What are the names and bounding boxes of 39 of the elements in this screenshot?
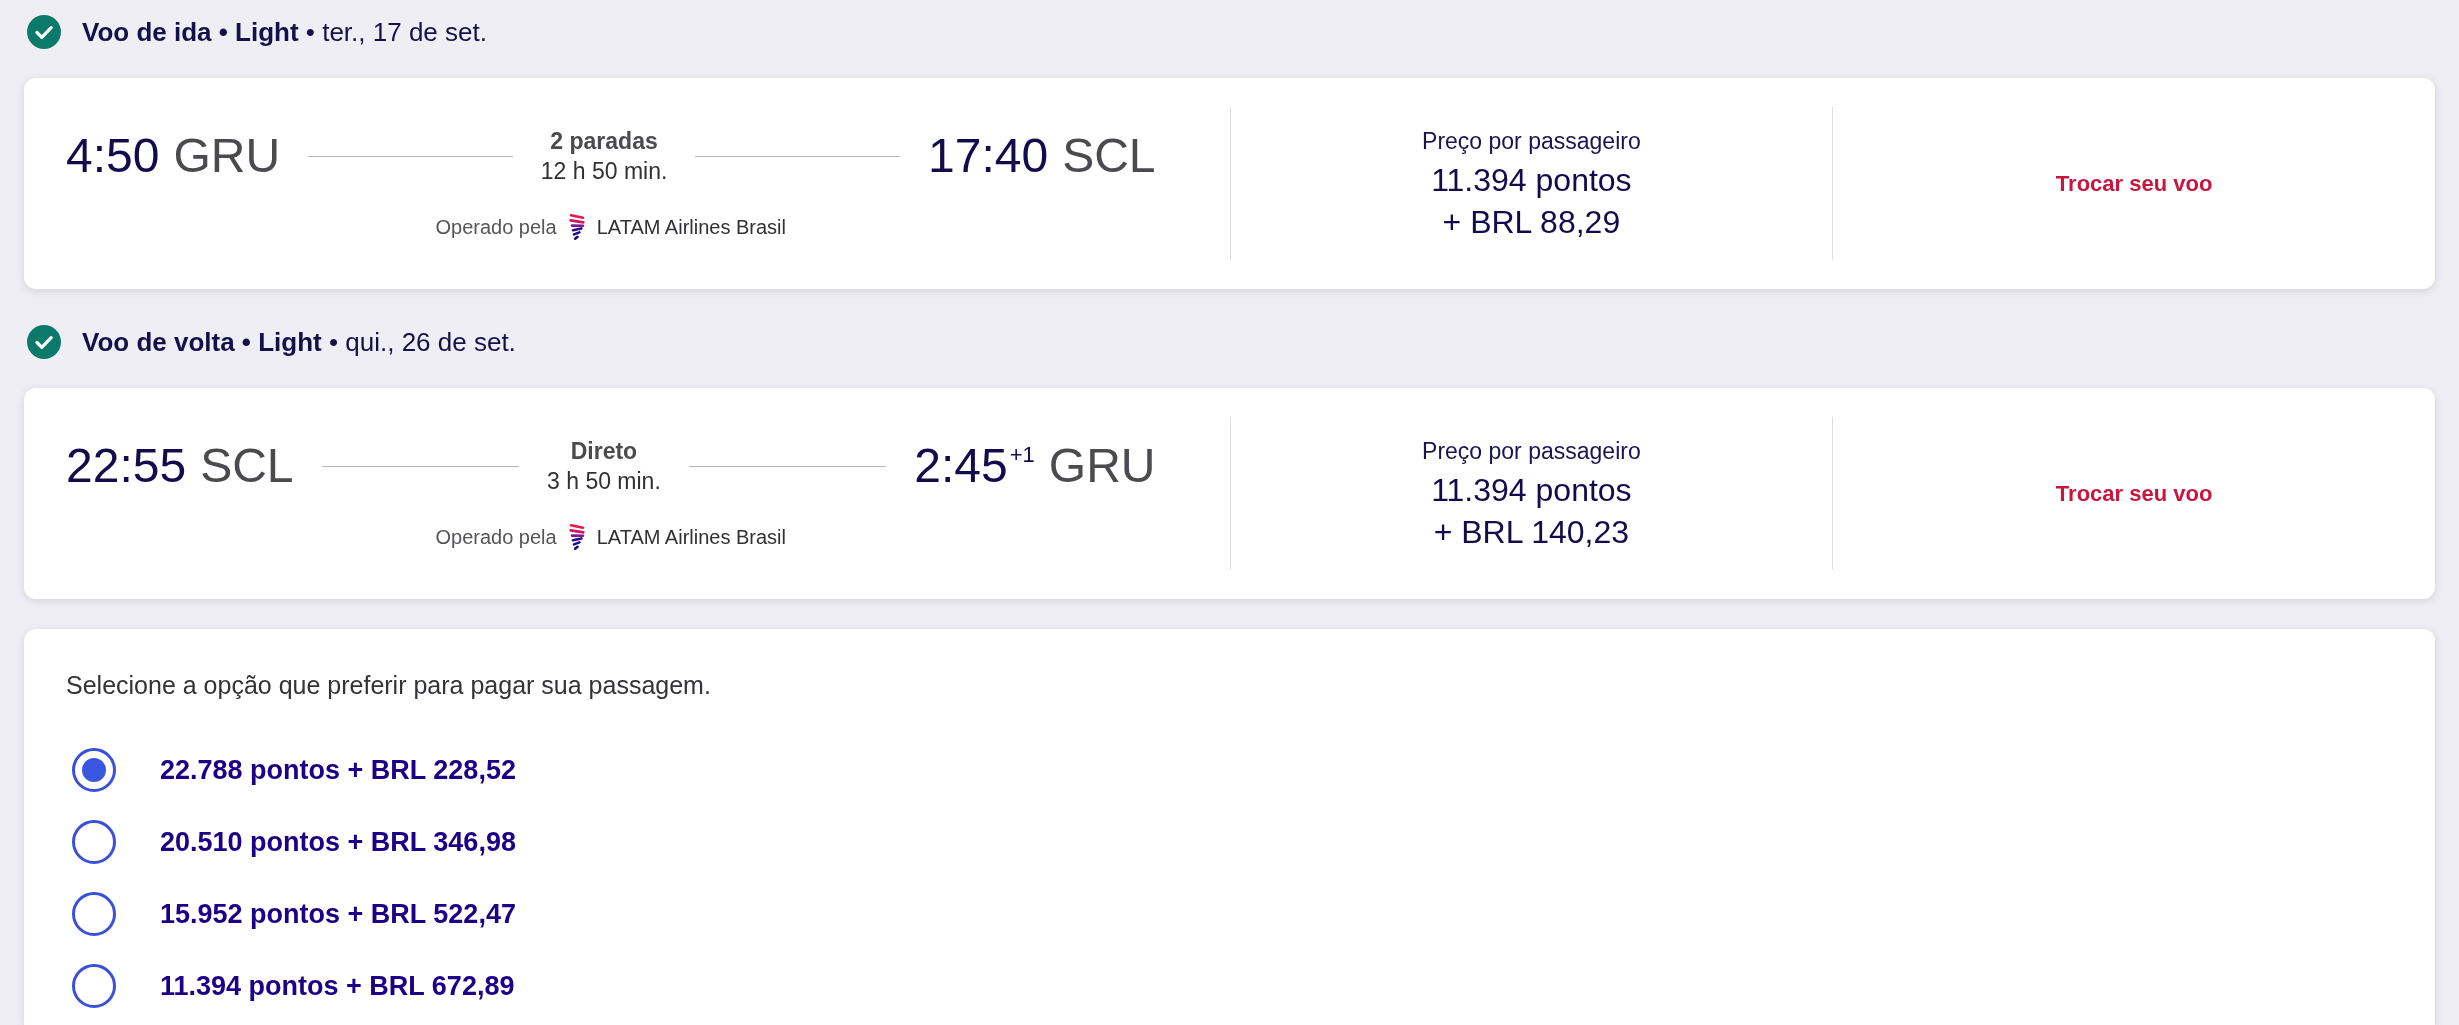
arrival-time: 2:45$^{+1}$ [914, 438, 1035, 494]
points-price: 11.394 pontos [1431, 160, 1632, 200]
radio-button[interactable] [72, 964, 116, 1008]
departure-time: 22:55 [66, 438, 187, 494]
payment-option-label[interactable]: 15.952 pontos + BRL 522,47 [160, 893, 516, 935]
check-circle-icon [27, 325, 61, 359]
airline-logo-icon [568, 523, 585, 551]
price-label: Preço por passageiro [1422, 436, 1641, 466]
check-circle-icon [27, 15, 61, 49]
change-flight-link[interactable]: Trocar seu voo [2055, 167, 2213, 200]
radio-button[interactable] [72, 892, 116, 936]
stops-label: 2 paradas [550, 127, 658, 156]
airline-name: LATAM Airlines Brasil [596, 525, 786, 550]
radio-button[interactable] [72, 820, 116, 864]
stops-label: Direto [570, 437, 638, 466]
points-price: 11.394 pontos [1431, 470, 1632, 510]
payment-option-label[interactable]: 22.788 pontos + BRL 228,52 [160, 749, 516, 791]
operated-by-label: Operado pela [435, 525, 557, 550]
payment-option-label[interactable]: 20.510 pontos + BRL 346,98 [160, 821, 516, 863]
payment-prompt: Selecione a opção que preferir para pagar sua passagem. [66, 670, 712, 701]
flight-duration: 12 h 50 min. [540, 157, 668, 186]
radio-button[interactable] [72, 748, 116, 792]
cash-price: + BRL 140,23 [1433, 512, 1630, 552]
flight-duration: 3 h 50 min. [547, 467, 661, 496]
flight-heading: Voo de volta • Light • qui., 26 de set. [82, 325, 516, 359]
arrival-airport: GRU [1048, 438, 1156, 494]
arrival-airport: SCL [1062, 128, 1156, 184]
arrival-time: 17:40 [928, 128, 1049, 184]
cash-price: + BRL 88,29 [1442, 202, 1621, 242]
operated-by-label: Operado pela [435, 215, 557, 240]
price-label: Preço por passageiro [1422, 126, 1641, 156]
airline-logo-icon [568, 213, 585, 241]
change-flight-link[interactable]: Trocar seu voo [2055, 477, 2213, 510]
flight-heading: Voo de ida • Light • ter., 17 de set. [82, 15, 487, 49]
airline-name: LATAM Airlines Brasil [596, 215, 786, 240]
payment-option-label[interactable]: 11.394 pontos + BRL 672,89 [160, 965, 515, 1007]
departure-time: 4:50 [66, 128, 160, 184]
departure-airport: SCL [200, 438, 294, 494]
departure-airport: GRU [173, 128, 281, 184]
